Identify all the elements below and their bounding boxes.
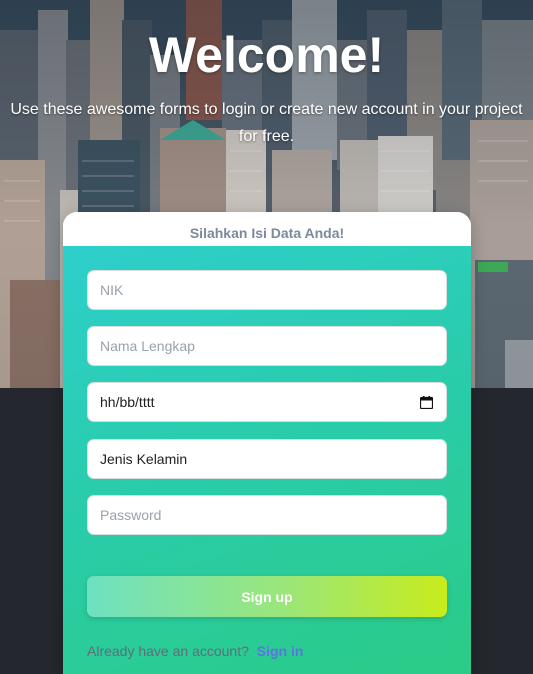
page: Welcome! Use these awesome forms to logi…	[0, 0, 533, 674]
register-card: Silahkan Isi Data Anda! hh/bb/tttt Jenis…	[63, 212, 471, 674]
form-heading: Silahkan Isi Data Anda!	[63, 212, 471, 246]
nik-input[interactable]	[87, 270, 447, 310]
page-subtitle: Use these awesome forms to login or crea…	[10, 101, 523, 145]
full-name-input[interactable]	[87, 326, 447, 366]
sign-up-button[interactable]: Sign up	[87, 576, 447, 617]
gender-value: Jenis Kelamin	[100, 451, 188, 467]
page-title: Welcome!	[148, 27, 385, 83]
sign-in-link[interactable]: Sign in	[257, 643, 304, 659]
birth-date-input[interactable]: hh/bb/tttt	[87, 382, 447, 422]
date-value: hh/bb/tttt	[100, 394, 155, 410]
register-form: hh/bb/tttt Jenis Kelamin Sign up Already…	[63, 246, 471, 674]
account-prompt-text: Already have an account?	[87, 643, 249, 659]
calendar-icon[interactable]	[420, 396, 433, 409]
gender-select[interactable]: Jenis Kelamin	[87, 439, 447, 479]
password-input[interactable]	[87, 495, 447, 535]
signin-prompt: Already have an account? Sign in	[87, 643, 303, 659]
